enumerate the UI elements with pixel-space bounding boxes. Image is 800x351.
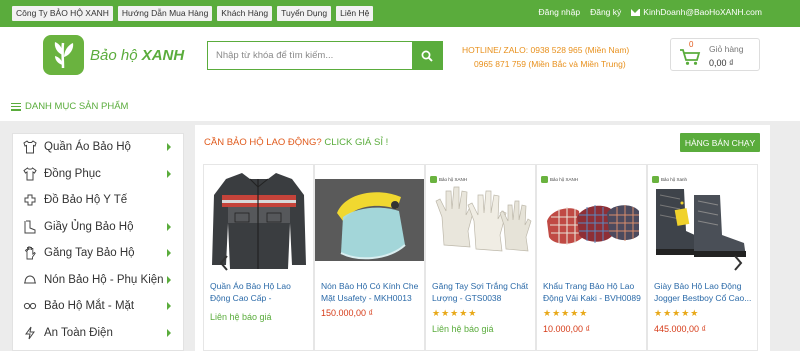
helmet-icon: [23, 273, 37, 287]
chevron-right-icon: [167, 328, 171, 337]
cart-widget[interactable]: 0 Giỏ hàng 0,00 ₫: [670, 38, 760, 71]
carousel-prev-button[interactable]: [217, 253, 231, 273]
chevron-right-icon: [167, 222, 171, 231]
search-button[interactable]: [412, 42, 442, 69]
sidebar-item-uniforms[interactable]: Đồng Phục: [13, 161, 183, 188]
tshirt-icon: [23, 166, 37, 181]
sidebar-item-label: Bảo Hộ Mắt - Mặt: [44, 300, 135, 313]
product-image-cotton-gloves[interactable]: Bảo hộ XANH: [426, 165, 535, 277]
top-nav-contact[interactable]: Liên Hệ: [336, 6, 374, 21]
logo-text-regular: Bảo hộ: [90, 47, 142, 64]
top-nav-careers[interactable]: Tuyển Dụng: [277, 6, 332, 21]
top-nav-company[interactable]: Công Ty BẢO HỘ XANH: [12, 6, 113, 21]
chevron-right-icon: [167, 169, 171, 178]
product-price: Liên hệ báo giá: [432, 324, 494, 334]
section-title-prefix: CẦN BẢO HỘ LAO ĐỘNG?: [204, 137, 325, 148]
hamburger-icon: [11, 102, 21, 111]
carousel-next-button[interactable]: [731, 253, 745, 273]
brand-watermark: Bảo hộ XANH: [541, 176, 578, 183]
category-menu-toggle[interactable]: DANH MỤC SẢN PHẨM: [11, 101, 128, 112]
hotline-line-north[interactable]: 0965 871 759 (Miền Bắc và Miền Trung): [462, 57, 629, 71]
featured-products-panel: CẦN BẢO HỘ LAO ĐỘNG? CLICK GIÁ SỈ ! HÀNG…: [195, 125, 770, 351]
glove-icon: [23, 246, 37, 260]
medical-icon: [23, 193, 37, 207]
sidebar-item-helmets[interactable]: Nón Bảo Hộ - Phụ Kiện: [13, 267, 183, 294]
product-name[interactable]: Quần Áo Bảo Hộ Lao Động Cao Cấp - DMS000…: [210, 280, 308, 304]
product-card[interactable]: Bảo hộ XANH Khẩu Trang Bảo Hộ Lao Động V…: [536, 164, 647, 351]
product-card[interactable]: Nón Bảo Hộ Có Kính Che Mặt Usafety - MKH…: [314, 164, 425, 351]
product-price: 445.000,00 ₫: [654, 324, 707, 334]
sidebar-item-label: Giầy Ủng Bảo Hộ: [44, 220, 134, 233]
sidebar-item-gloves[interactable]: Găng Tay Bảo Hộ: [13, 240, 183, 267]
product-name[interactable]: Giày Bảo Hộ Lao Động Jogger Bestboy Cổ C…: [654, 280, 752, 304]
top-nav: Công Ty BẢO HỘ XANH Hướng Dẫn Mua Hàng K…: [12, 6, 374, 21]
rating-stars: ★★★★★: [654, 308, 700, 318]
search-input[interactable]: [208, 42, 412, 69]
sidebar-item-eye-face[interactable]: Bảo Hộ Mắt - Mặt: [13, 293, 183, 320]
sidebar-item-label: Đồng Phục: [44, 167, 101, 180]
brand-watermark: Bảo hộ Xanh: [652, 176, 687, 183]
cart-total: 0,00 ₫: [709, 58, 734, 68]
product-image-face-shield[interactable]: [315, 165, 424, 277]
chevron-right-icon: [167, 143, 171, 151]
hotline-info: HOTLINE/ ZALO: 0938 528 965 (Miền Nam) 0…: [462, 43, 629, 71]
category-sidebar: Quần Áo Bảo Hộ Đồng Phục Đồ Bảo Hộ Y Tế …: [12, 133, 184, 351]
product-image-fabric-masks[interactable]: Bảo hộ XANH: [537, 165, 646, 277]
bestseller-button[interactable]: HÀNG BÁN CHẠY: [680, 133, 760, 152]
hotline-line-south[interactable]: HOTLINE/ ZALO: 0938 528 965 (Miền Nam): [462, 43, 629, 57]
sidebar-item-work-clothes[interactable]: Quần Áo Bảo Hộ: [13, 134, 183, 161]
chevron-left-icon: [219, 255, 228, 271]
sidebar-item-label: Quần Áo Bảo Hộ: [44, 141, 131, 154]
logo-leaf-icon[interactable]: [43, 35, 84, 75]
brand-watermark: Bảo hộ XANH: [430, 176, 467, 183]
chevron-right-icon: [167, 275, 171, 284]
boot-icon: [23, 220, 37, 234]
product-carousel: Quần Áo Bảo Hộ Lao Động Cao Cấp - DMS000…: [203, 164, 759, 351]
rating-stars: ★★★★★: [543, 308, 589, 318]
product-name[interactable]: Nón Bảo Hộ Có Kính Che Mặt Usafety - MKH…: [321, 280, 419, 304]
product-price: Liên hệ báo giá: [210, 312, 272, 322]
account-links: Đăng nhập Đăng ký KinhDoanh@BaoHoXANH.co…: [539, 7, 763, 17]
category-menu-label: DANH MỤC SẢN PHẨM: [25, 101, 129, 112]
shirt-icon: [23, 140, 37, 154]
sidebar-item-medical[interactable]: Đồ Bảo Hộ Y Tế: [13, 187, 183, 214]
chevron-right-icon: [167, 249, 171, 257]
sidebar-item-label: Đồ Bảo Hộ Y Tế: [44, 194, 128, 207]
search-icon: [421, 50, 433, 62]
top-bar: Công Ty BẢO HỘ XANH Hướng Dẫn Mua Hàng K…: [0, 0, 800, 27]
email-link[interactable]: KinhDoanh@BaoHoXANH.com: [631, 7, 762, 17]
product-price: 10.000,00 ₫: [543, 324, 591, 334]
product-card[interactable]: Bảo hộ XANH Găng Tay Sợi Trắng Chất Lượn…: [425, 164, 536, 351]
envelope-icon: [631, 8, 641, 16]
sidebar-item-label: Găng Tay Bảo Hộ: [44, 247, 135, 260]
rating-stars: ★★★★★: [432, 308, 478, 318]
section-title: CẦN BẢO HỘ LAO ĐỘNG? CLICK GIÁ SỈ !: [204, 137, 388, 148]
email-text: KinhDoanh@BaoHoXANH.com: [643, 7, 762, 17]
register-link[interactable]: Đăng ký: [590, 7, 621, 17]
sidebar-item-label: An Toàn Điện: [44, 326, 113, 339]
cart-icon: [680, 49, 701, 65]
sidebar-item-label: Nón Bảo Hộ - Phụ Kiện: [44, 273, 164, 286]
logo-text[interactable]: Bảo hộ XANH: [90, 47, 184, 64]
top-nav-customers[interactable]: Khách Hàng: [217, 6, 273, 21]
product-name[interactable]: Găng Tay Sợi Trắng Chất Lượng - GTS0038: [432, 280, 530, 304]
site-header: Bảo hộ XANH HOTLINE/ ZALO: 0938 528 965 …: [0, 27, 800, 87]
product-price: 150.000,00 ₫: [321, 308, 374, 318]
sidebar-item-electric[interactable]: An Toàn Điện: [13, 320, 183, 347]
product-name[interactable]: Khẩu Trang Bảo Hộ Lao Động Vải Kaki - BV…: [543, 280, 641, 304]
cart-title: Giỏ hàng: [709, 44, 744, 54]
goggles-icon: [23, 299, 37, 313]
electric-icon: [23, 326, 37, 340]
search-bar: [207, 41, 443, 70]
login-link[interactable]: Đăng nhập: [539, 7, 581, 17]
chevron-right-icon: [734, 255, 743, 271]
logo-text-bold: XANH: [141, 47, 185, 64]
sidebar-item-boots[interactable]: Giầy Ủng Bảo Hộ: [13, 214, 183, 241]
chevron-right-icon: [167, 302, 171, 310]
top-nav-buying-guide[interactable]: Hướng Dẫn Mua Hàng: [117, 6, 213, 21]
wholesale-price-link[interactable]: CLICK GIÁ SỈ !: [324, 137, 388, 148]
